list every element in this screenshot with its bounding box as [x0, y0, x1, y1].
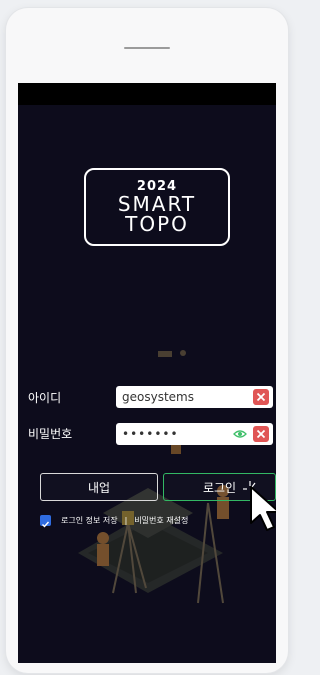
- id-label: 아이디: [28, 391, 62, 405]
- remember-label[interactable]: 로그인 정보 저장: [61, 515, 118, 526]
- id-clear-button[interactable]: [253, 389, 269, 405]
- id-field[interactable]: [116, 386, 273, 408]
- eye-icon[interactable]: [233, 427, 247, 441]
- close-icon: [256, 392, 266, 402]
- app-screen: 2024 SMART TOPO 아이디 비밀번호: [18, 83, 276, 663]
- pointer-cursor-icon: [250, 486, 276, 531]
- phone-frame: 2024 SMART TOPO 아이디 비밀번호: [6, 8, 288, 673]
- signup-button[interactable]: 내업: [40, 473, 158, 501]
- login-options: 로그인 정보 저장 | 비밀번호 재설정: [40, 515, 188, 528]
- options-separator: |: [124, 516, 128, 525]
- password-label: 비밀번호: [28, 427, 73, 441]
- password-input[interactable]: [122, 425, 232, 443]
- check-icon: [42, 521, 50, 528]
- logo-line-1: SMART: [117, 192, 197, 216]
- password-clear-button[interactable]: [253, 426, 269, 442]
- id-input[interactable]: [122, 388, 232, 406]
- phone-speaker: [124, 47, 170, 49]
- close-icon: [256, 429, 266, 439]
- password-field[interactable]: [116, 423, 273, 445]
- app-logo: 2024 SMART TOPO: [84, 168, 230, 246]
- logo-line-2: TOPO: [125, 212, 189, 236]
- reset-password-link[interactable]: 비밀번호 재설정: [134, 515, 188, 526]
- remember-checkbox[interactable]: [40, 515, 51, 528]
